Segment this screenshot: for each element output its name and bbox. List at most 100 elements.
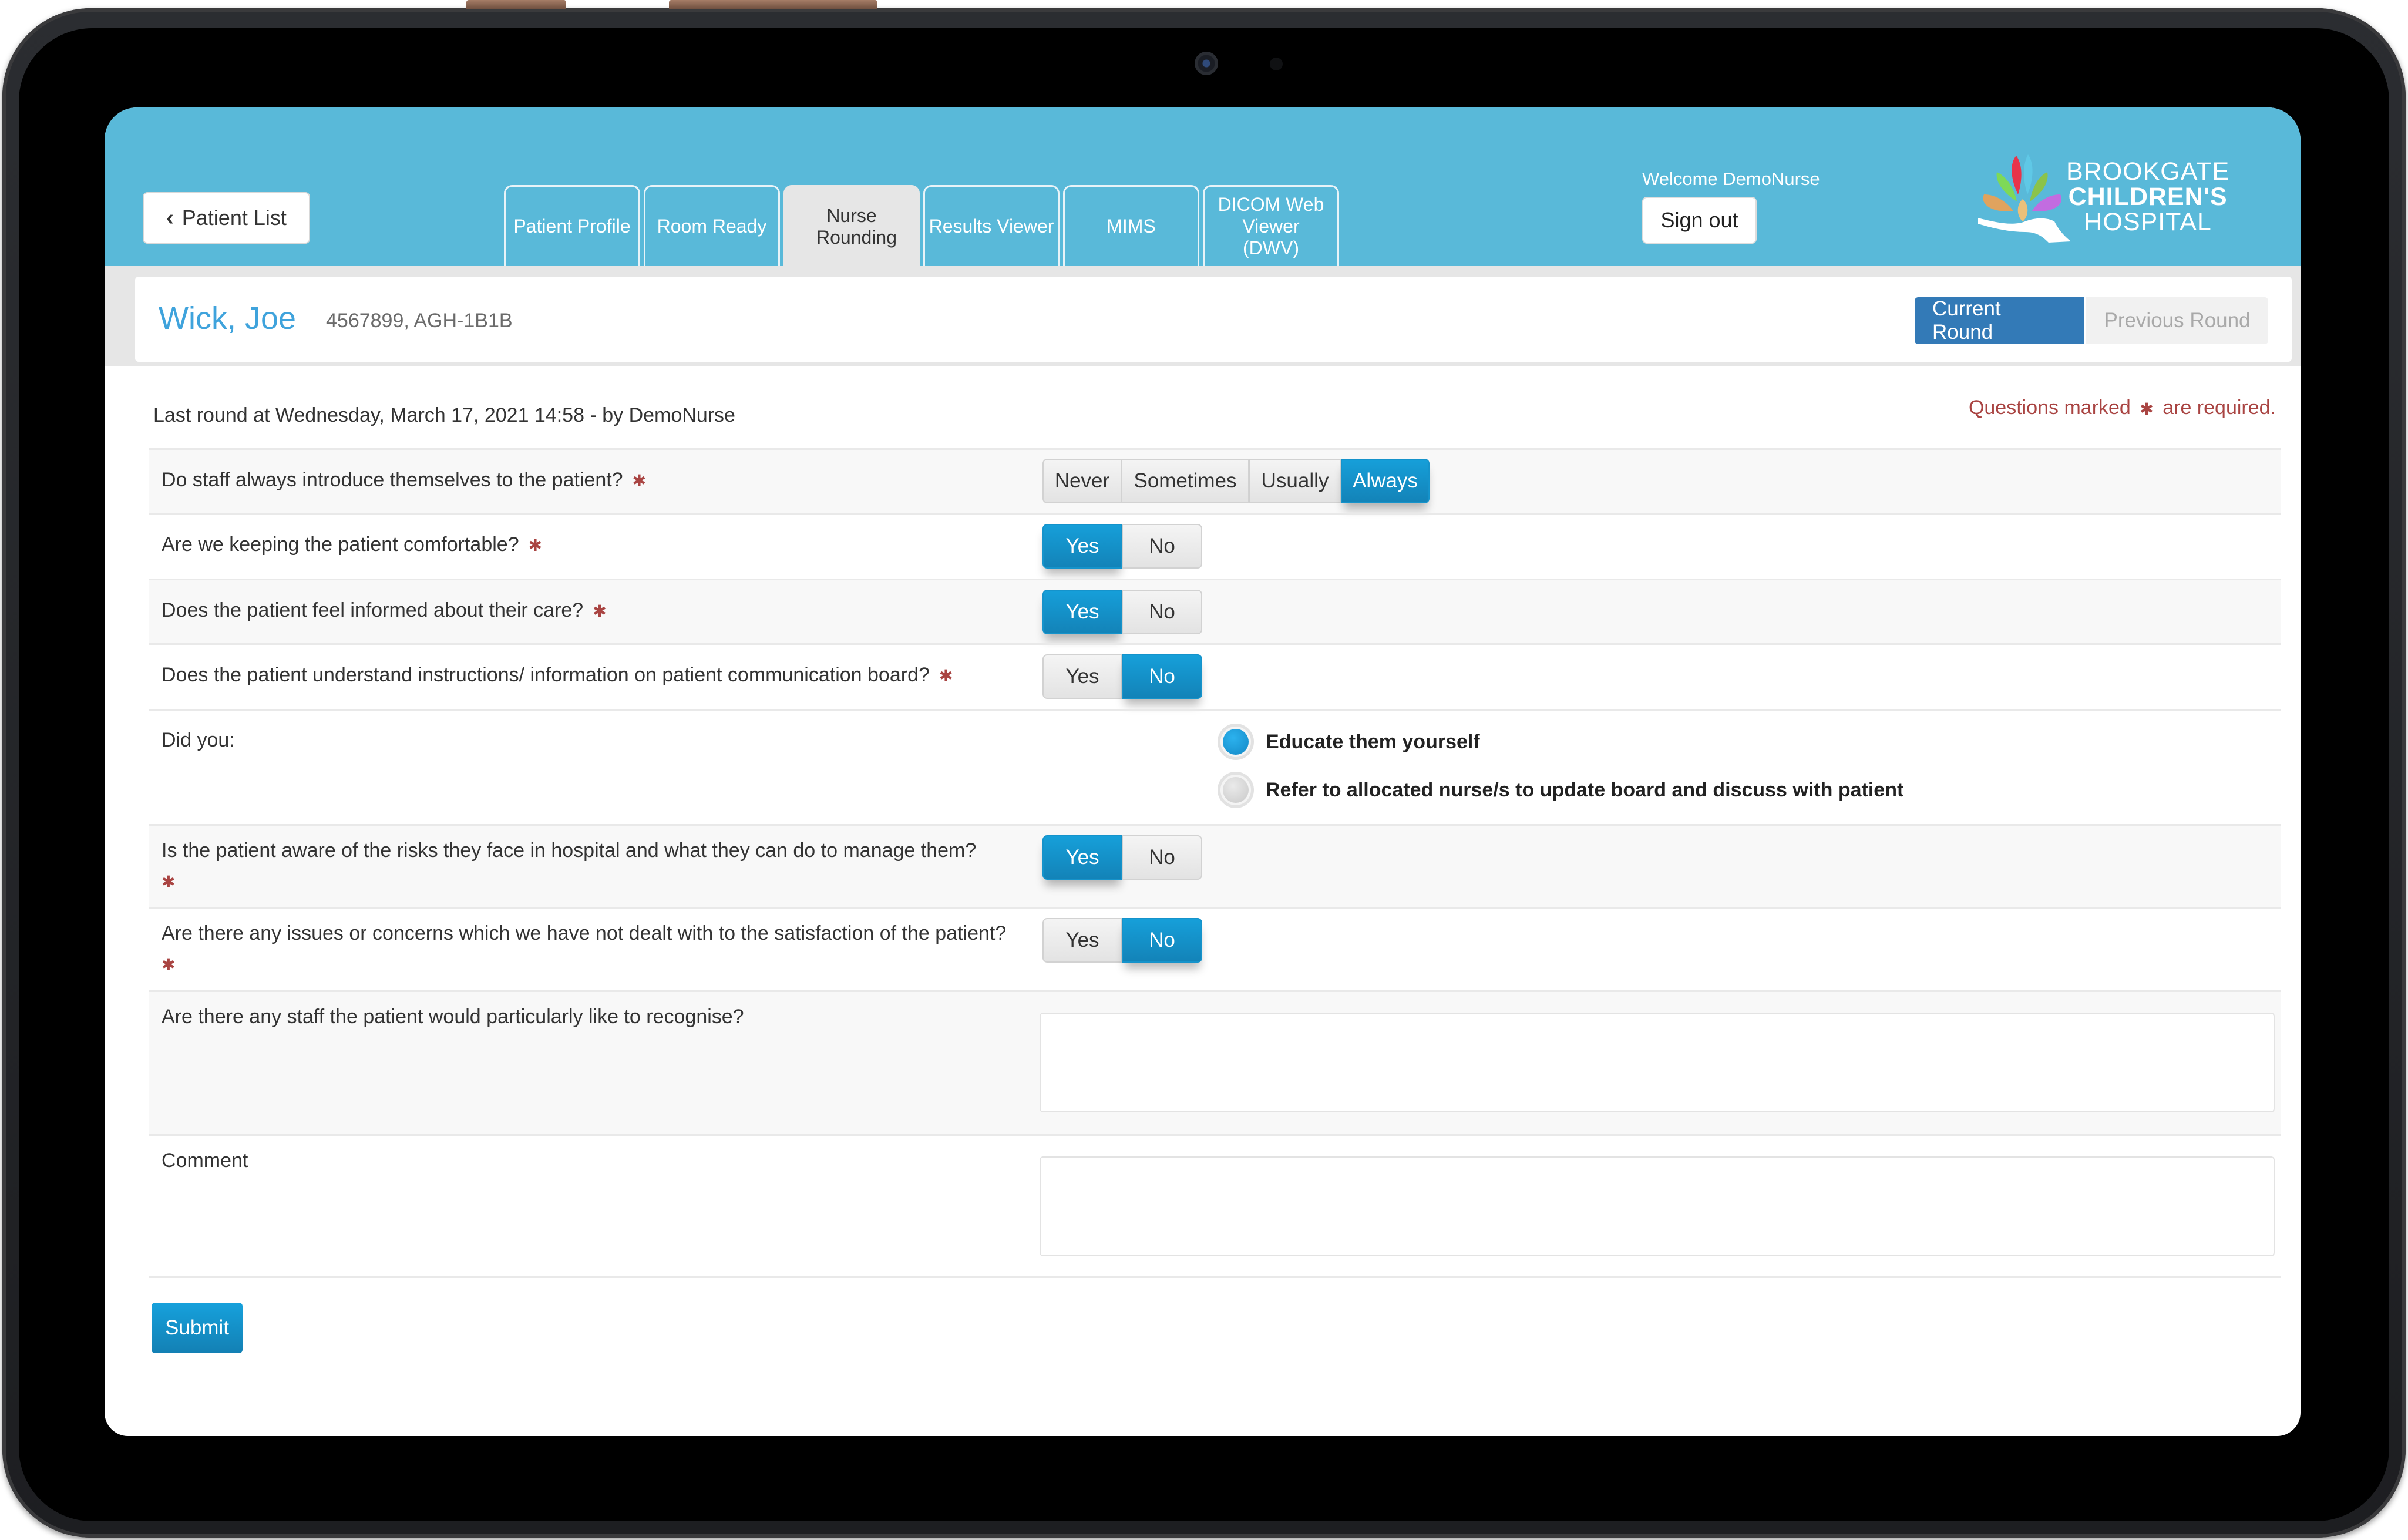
- question-row: Do staff always introduce themselves to …: [149, 448, 2281, 513]
- tab-mims[interactable]: MIMS: [1063, 185, 1199, 266]
- question-row: Is the patient aware of the risks they f…: [149, 824, 2281, 907]
- radio-refer-nurse[interactable]: Refer to allocated nurse/s to update boa…: [1218, 772, 1903, 808]
- required-star-icon: ✱: [632, 472, 647, 490]
- answer-area: Yes No: [1042, 590, 1202, 634]
- question-text: Comment: [162, 1145, 1054, 1176]
- option-never[interactable]: Never: [1042, 459, 1122, 503]
- tab-patient-profile[interactable]: Patient Profile: [504, 185, 640, 266]
- tablet-volume-button: [669, 0, 877, 9]
- welcome-message: Welcome DemoNurse: [1642, 169, 1820, 189]
- option-always[interactable]: Always: [1341, 459, 1430, 503]
- required-star-icon: ✱: [162, 956, 176, 974]
- yes-no-group: Yes No: [1042, 654, 1202, 699]
- answer-area: Yes No: [1042, 524, 1202, 569]
- logo-petal-red: [2012, 156, 2022, 194]
- no-button[interactable]: No: [1122, 524, 1202, 569]
- required-note: Questions marked ✱ are required.: [1969, 396, 2276, 419]
- yes-no-group: Yes No: [1042, 524, 1202, 569]
- question-row: Are there any staff the patient would pa…: [149, 990, 2281, 1134]
- sign-out-button[interactable]: Sign out: [1642, 197, 1757, 244]
- logo-petal-yellow: [2017, 199, 2028, 221]
- recognise-staff-input[interactable]: [1040, 1013, 2275, 1112]
- required-star-icon: ✱: [939, 667, 953, 685]
- radio-selected-icon[interactable]: [1218, 724, 1254, 760]
- question-row: Comment: [149, 1134, 2281, 1278]
- radio-label: Refer to allocated nurse/s to update boa…: [1266, 778, 1904, 801]
- comment-input[interactable]: [1040, 1156, 2275, 1256]
- question-label: Did you:: [162, 729, 235, 751]
- option-sometimes[interactable]: Sometimes: [1122, 459, 1249, 503]
- radio-dot: [1223, 729, 1249, 755]
- yes-button[interactable]: Yes: [1042, 654, 1122, 699]
- answer-area: Yes No: [1042, 918, 1202, 963]
- required-star-icon: ✱: [593, 602, 607, 621]
- current-round-button[interactable]: Current Round: [1915, 297, 2084, 344]
- answer-area: Yes No: [1042, 835, 1202, 880]
- no-button[interactable]: No: [1122, 918, 1202, 963]
- question-label: Are there any staff the patient would pa…: [162, 1006, 744, 1028]
- question-text: Does the patient feel informed about the…: [162, 595, 1054, 627]
- no-button[interactable]: No: [1122, 835, 1202, 880]
- question-text: Did you:: [162, 725, 1054, 755]
- question-label: Does the patient feel informed about the…: [162, 599, 584, 621]
- question-row: Did you: Educate them yourself Refer to …: [149, 709, 2281, 824]
- logo-petal-lightgreen: [2030, 172, 2048, 201]
- app-screen: ‹ Patient List Patient Profile Room Read…: [105, 107, 2301, 1436]
- round-toggle: Current Round Previous Round: [1915, 297, 2268, 344]
- previous-round-button[interactable]: Previous Round: [2086, 297, 2268, 344]
- question-label: Do staff always introduce themselves to …: [162, 469, 623, 491]
- logo-line-1: BROOKGATE: [2066, 157, 2230, 186]
- yes-no-group: Yes No: [1042, 835, 1202, 880]
- chevron-left-icon: ‹: [166, 206, 174, 230]
- comment-label: Comment: [162, 1149, 248, 1172]
- question-row: Does the patient understand instructions…: [149, 643, 2281, 709]
- patient-name: Wick, Joe: [159, 301, 297, 336]
- required-star-icon: ✱: [528, 536, 543, 555]
- yes-no-group: Yes No: [1042, 590, 1202, 634]
- question-label: Does the patient understand instructions…: [162, 664, 930, 686]
- yes-no-group: Yes No: [1042, 918, 1202, 963]
- logo-line-3: HOSPITAL: [2084, 208, 2212, 236]
- module-tabs: Patient Profile Room Ready Nurse Roundin…: [504, 185, 1339, 266]
- tab-results-viewer[interactable]: Results Viewer: [923, 185, 1060, 266]
- radio-label: Educate them yourself: [1266, 730, 1480, 753]
- last-round-info: Last round at Wednesday, March 17, 2021 …: [153, 404, 735, 426]
- option-usually[interactable]: Usually: [1249, 459, 1341, 503]
- tab-nurse-rounding[interactable]: Nurse Rounding: [783, 185, 920, 266]
- tab-dicom-web-viewer[interactable]: DICOM Web Viewer (DWV): [1203, 185, 1339, 266]
- app-header: ‹ Patient List Patient Profile Room Read…: [105, 107, 2301, 266]
- tab-dicom-label: DICOM Web Viewer (DWV): [1218, 194, 1324, 258]
- logo-hand: [1978, 218, 2071, 243]
- logo-line-2: CHILDREN'S: [2068, 183, 2228, 211]
- tab-room-ready[interactable]: Room Ready: [644, 185, 780, 266]
- radio-educate-yourself[interactable]: Educate them yourself: [1218, 724, 1903, 760]
- yes-button[interactable]: Yes: [1042, 918, 1122, 963]
- frequency-button-group: Never Sometimes Usually Always: [1042, 459, 1430, 503]
- no-button[interactable]: No: [1122, 590, 1202, 634]
- required-star-icon: ✱: [162, 873, 176, 892]
- question-text: Are there any staff the patient would pa…: [162, 1001, 1054, 1032]
- yes-button[interactable]: Yes: [1042, 524, 1122, 569]
- no-button[interactable]: No: [1122, 654, 1202, 699]
- submit-button[interactable]: Submit: [152, 1303, 243, 1353]
- yes-button[interactable]: Yes: [1042, 835, 1122, 880]
- required-star-icon: ✱: [2140, 399, 2154, 418]
- question-label: Is the patient aware of the risks they f…: [162, 839, 977, 862]
- radio-unselected-icon[interactable]: [1218, 772, 1254, 808]
- tablet-side-button: [466, 0, 566, 9]
- patient-header: Wick, Joe 4567899, AGH-1B1B Current Roun…: [135, 277, 2292, 362]
- logo-petal-blue: [2024, 154, 2033, 194]
- question-text: Are there any issues or concerns which w…: [162, 918, 1054, 980]
- question-text: Is the patient aware of the risks they f…: [162, 835, 1054, 897]
- patient-list-button[interactable]: ‹ Patient List: [143, 192, 310, 244]
- logo-petal-orange: [1983, 194, 2013, 211]
- question-text: Are we keeping the patient comfortable? ✱: [162, 529, 1054, 561]
- rounding-form: Do staff always introduce themselves to …: [149, 448, 2281, 1278]
- yes-button[interactable]: Yes: [1042, 590, 1122, 634]
- hospital-name: BROOKGATE CHILDREN'S HOSPITAL: [2066, 159, 2229, 235]
- tab-nurse-rounding-label: Nurse Rounding: [816, 204, 897, 248]
- answer-area: Educate them yourself Refer to allocated…: [1218, 724, 1903, 808]
- question-label: Are there any issues or concerns which w…: [162, 922, 1007, 944]
- question-row: Are there any issues or concerns which w…: [149, 907, 2281, 990]
- question-row: Does the patient feel informed about the…: [149, 579, 2281, 643]
